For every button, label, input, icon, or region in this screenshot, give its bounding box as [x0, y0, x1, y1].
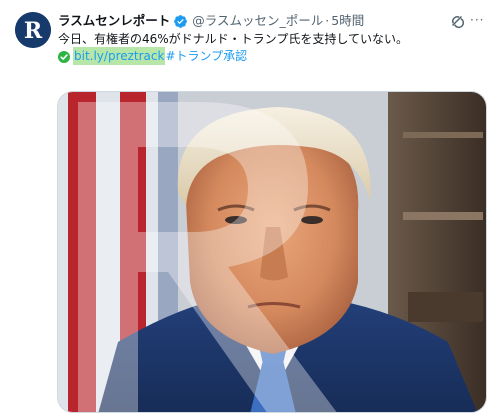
check-mark-emoji-icon: [58, 50, 70, 63]
tweet-text-links: bit.ly/preztrack #トランプ承認: [58, 47, 247, 65]
more-options-icon[interactable]: ···: [470, 10, 488, 30]
author-name[interactable]: ラスムセンレポート: [58, 11, 170, 31]
tweet-header: ラスムセンレポート @ラスムッセン_ポール · 5時間: [58, 11, 364, 31]
tweet-text: 今日、有権者の46%がドナルド・トランプ氏を支持していない。: [58, 32, 408, 46]
hashtag-link[interactable]: #トランプ承認: [165, 47, 247, 65]
avatar-letter: R: [24, 18, 43, 44]
verified-badge-icon: [173, 14, 188, 29]
grok-icon[interactable]: [448, 12, 466, 30]
author-handle[interactable]: @ラスムッセン_ポール: [192, 11, 323, 31]
avatar[interactable]: R: [15, 12, 51, 48]
tweet-media-image[interactable]: [57, 91, 487, 413]
header-separator: ·: [325, 13, 330, 28]
tweet-link[interactable]: bit.ly/preztrack: [73, 47, 166, 65]
timestamp[interactable]: 5時間: [331, 11, 364, 31]
tweet-card[interactable]: R ラスムセンレポート @ラスムッセン_ポール · 5時間 ··· 今日、有権者…: [0, 0, 493, 418]
